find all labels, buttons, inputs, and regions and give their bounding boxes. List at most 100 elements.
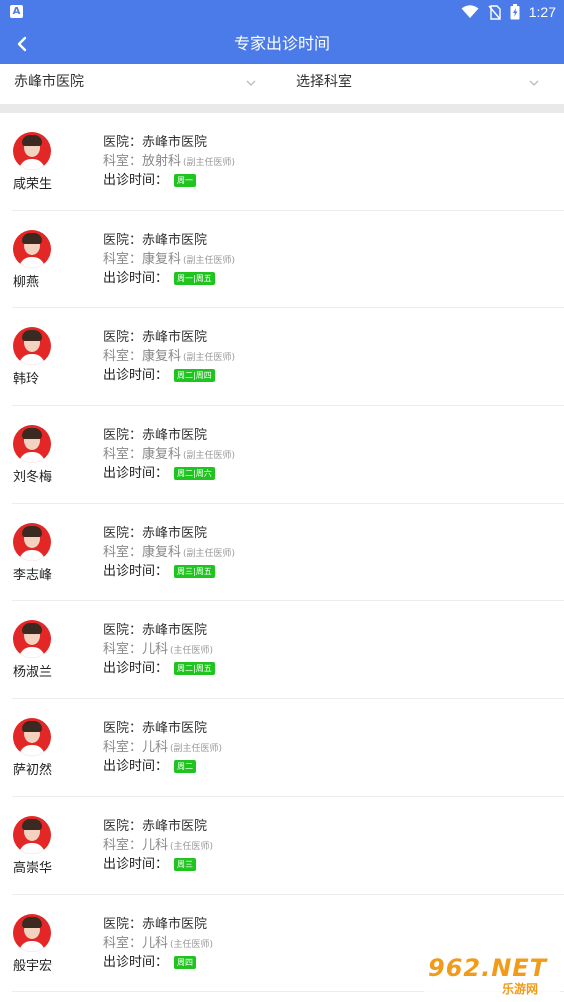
doctor-title: (主任医师) — [170, 841, 214, 852]
schedule-badge: 周二|周五 — [174, 662, 215, 676]
department-label: 科室： — [103, 837, 143, 853]
back-button[interactable] — [12, 32, 34, 56]
doctor-title: (副主任医师) — [183, 451, 236, 462]
doctor-title: (主任医师) — [170, 646, 214, 657]
department-label: 科室： — [103, 935, 143, 951]
hospital-value: 赤峰市医院 — [142, 525, 208, 541]
hospital-value: 赤峰市医院 — [142, 330, 208, 346]
schedule-badge: 周三 — [174, 857, 197, 871]
doctor-row[interactable]: 刘冬梅 医院：赤峰市医院 科室：康复科 (副主任医师) 出诊时间： 周二|周六 — [12, 406, 564, 504]
hospital-value: 赤峰市医院 — [142, 818, 208, 834]
hospital-value: 赤峰市医院 — [142, 916, 208, 932]
doctor-row[interactable]: 咸荣生 医院：赤峰市医院 科室：放射科 (副主任医师) 出诊时间： 周一 — [12, 113, 564, 211]
doctor-name: 柳燕 — [13, 274, 40, 290]
doctor-row[interactable]: 杨淑兰 医院：赤峰市医院 科室：儿科 (主任医师) 出诊时间： 周二|周五 — [12, 601, 564, 700]
doctor-avatar — [13, 425, 51, 464]
chevron-down-icon — [529, 80, 539, 86]
doctor-avatar — [13, 718, 51, 757]
doctor-name: 高崇华 — [13, 860, 53, 876]
schedule-badge: 周二|周四 — [174, 369, 215, 383]
doctor-name: 咸荣生 — [13, 177, 53, 192]
doctor-avatar — [13, 815, 51, 854]
schedule-label: 出诊时间： — [103, 856, 169, 872]
schedule-label: 出诊时间： — [103, 954, 169, 970]
no-sim-icon — [488, 4, 501, 20]
schedule-badge: 周一 — [174, 174, 197, 187]
department-label: 科室： — [103, 251, 143, 267]
hospital-dropdown[interactable]: 赤峰市医院 — [14, 64, 264, 104]
schedule-badge: 周二|周六 — [174, 467, 215, 481]
department-value: 儿科 — [142, 642, 169, 658]
chevron-left-icon — [17, 36, 27, 52]
department-label: 科室： — [103, 349, 143, 365]
schedule-label: 出诊时间： — [103, 466, 169, 482]
doctor-row[interactable]: 柳燕 医院：赤峰市医院 科室：康复科 (副主任医师) 出诊时间： 周一|周五 — [12, 211, 564, 309]
page-title: 专家出诊时间 — [233, 34, 330, 53]
chevron-down-icon — [246, 80, 256, 86]
watermark-logo: 962.NET 乐游网 — [424, 954, 560, 998]
doctor-title: (副主任医师) — [183, 158, 236, 168]
filter-bar: 赤峰市医院 选择科室 — [0, 64, 564, 104]
schedule-label: 出诊时间： — [103, 661, 169, 677]
schedule-badge: 周三|周五 — [174, 564, 215, 578]
doctor-row[interactable]: 高崇华 医院：赤峰市医院 科室：儿科 (主任医师) 出诊时间： 周三 — [12, 797, 564, 895]
hospital-label: 医院： — [103, 623, 143, 639]
hospital-label: 医院： — [103, 232, 143, 248]
battery-icon — [510, 4, 520, 20]
hospital-label: 医院： — [103, 525, 143, 541]
schedule-label: 出诊时间： — [103, 173, 169, 188]
watermark-bottom-text: 乐游网 — [502, 982, 539, 996]
doctor-name: 韩玲 — [13, 372, 40, 388]
doctor-avatar — [13, 229, 51, 268]
department-label: 科室： — [103, 447, 143, 463]
hospital-label: 医院： — [103, 428, 143, 444]
department-value: 儿科 — [142, 935, 169, 951]
doctor-avatar — [13, 522, 51, 561]
hospital-label: 医院： — [103, 721, 143, 737]
doctor-name: 刘冬梅 — [13, 470, 53, 486]
hospital-value: 赤峰市医院 — [142, 721, 208, 737]
department-value: 康复科 — [142, 544, 182, 560]
hospital-label: 医院： — [103, 818, 143, 834]
hospital-label: 医院： — [103, 330, 143, 346]
hospital-value: 赤峰市医院 — [142, 428, 208, 444]
schedule-badge: 周四 — [174, 955, 197, 969]
department-label: 科室： — [103, 642, 143, 658]
hospital-value: 赤峰市医院 — [142, 135, 208, 150]
hospital-value: 赤峰市医院 — [142, 623, 208, 639]
hospital-label: 医院： — [103, 916, 143, 932]
doctor-title: (副主任医师) — [183, 548, 236, 559]
hospital-dropdown-label: 赤峰市医院 — [14, 74, 84, 90]
department-label: 科室： — [103, 544, 143, 560]
schedule-badge: 周二 — [174, 760, 197, 774]
app-notification-icon: A — [10, 5, 23, 18]
doctor-title: (副主任医师) — [183, 255, 236, 266]
doctor-avatar — [13, 327, 51, 366]
doctor-row[interactable]: 萨初然 医院：赤峰市医院 科室：儿科 (副主任医师) 出诊时间： 周二 — [12, 699, 564, 797]
section-divider — [0, 104, 564, 113]
department-value: 康复科 — [142, 251, 182, 267]
schedule-label: 出诊时间： — [103, 368, 169, 384]
doctor-title: (副主任医师) — [170, 744, 223, 755]
clock: 1:27 — [528, 4, 556, 20]
department-value: 放射科 — [142, 154, 182, 169]
schedule-label: 出诊时间： — [103, 759, 169, 775]
doctor-name: 李志峰 — [13, 567, 53, 583]
doctor-row[interactable]: 李志峰 医院：赤峰市医院 科室：康复科 (副主任医师) 出诊时间： 周三|周五 — [12, 504, 564, 602]
app-bar: 专家出诊时间 — [0, 24, 564, 64]
department-dropdown-label: 选择科室 — [296, 74, 352, 90]
status-bar: A 1:27 — [0, 0, 564, 24]
watermark-top-text: 962.NET — [428, 954, 548, 982]
doctor-name: 杨淑兰 — [13, 665, 53, 681]
department-dropdown[interactable]: 选择科室 — [296, 64, 546, 104]
doctor-avatar — [13, 132, 51, 170]
wifi-icon — [461, 5, 479, 18]
doctor-title: (副主任医师) — [183, 353, 236, 364]
department-label: 科室： — [103, 154, 143, 169]
doctor-row[interactable]: 韩玲 医院：赤峰市医院 科室：康复科 (副主任医师) 出诊时间： 周二|周四 — [12, 308, 564, 407]
status-icons: 1:27 — [461, 3, 556, 21]
doctor-title: (主任医师) — [170, 939, 214, 950]
department-label: 科室： — [103, 740, 143, 756]
schedule-label: 出诊时间： — [103, 270, 169, 286]
department-value: 康复科 — [142, 447, 182, 463]
